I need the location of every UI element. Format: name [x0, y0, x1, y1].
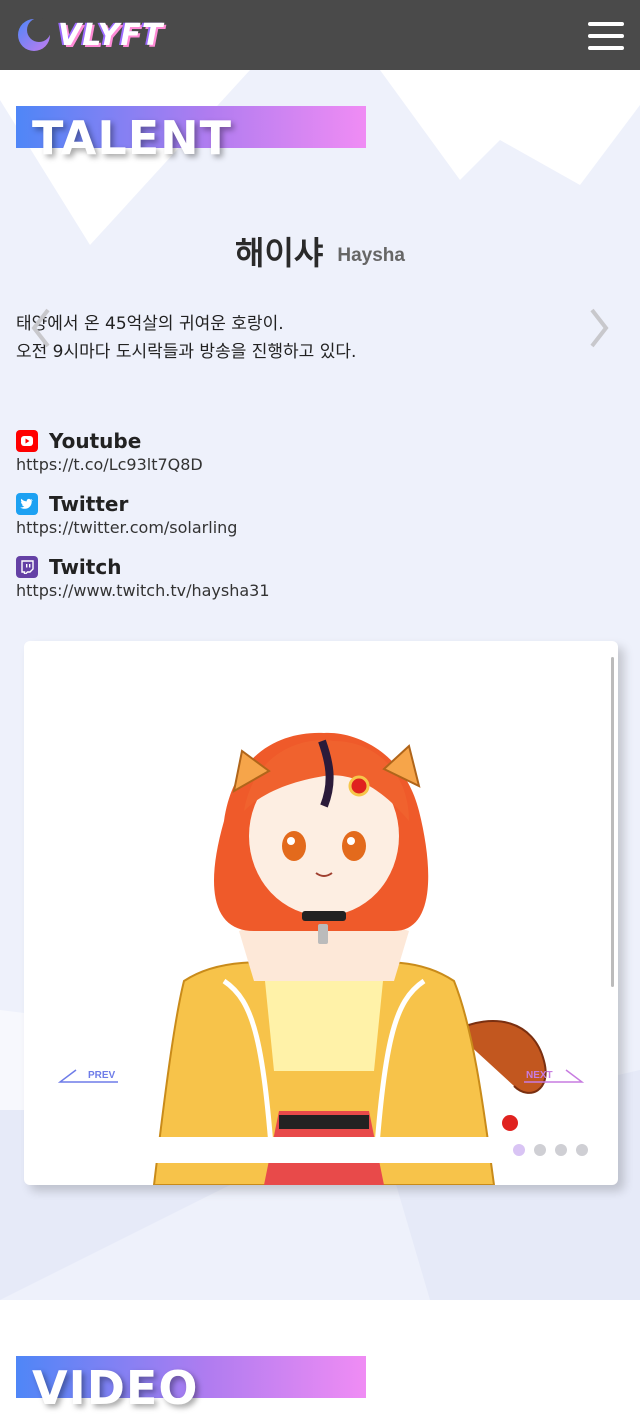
logo[interactable]: VLYFT — [16, 16, 163, 54]
menu-bar-icon — [588, 46, 624, 50]
talent-name: 해이샤 Haysha — [0, 228, 640, 274]
prev-talent-arrow-icon[interactable] — [30, 308, 52, 348]
moon-logo-icon — [18, 18, 51, 51]
twitch-icon — [16, 556, 38, 578]
link-youtube[interactable]: Youtube https://t.co/Lc93lt7Q8D — [16, 428, 270, 474]
link-url[interactable]: https://www.twitch.tv/haysha31 — [16, 581, 270, 600]
top-header: VLYFT — [0, 0, 640, 70]
description-line: 태양에서 온 45억살의 귀여운 호랑이. — [16, 314, 284, 334]
talent-name-english: Haysha — [337, 245, 405, 266]
twitter-icon — [16, 493, 38, 515]
next-talent-arrow-icon[interactable] — [588, 308, 610, 348]
card-prev-label[interactable]: PREV — [88, 1070, 115, 1081]
carousel-dot-2[interactable] — [534, 1144, 546, 1156]
link-twitch[interactable]: Twitch https://www.twitch.tv/haysha31 — [16, 554, 270, 600]
hamburger-menu-button[interactable] — [588, 22, 624, 50]
talent-portrait-card: PREV NEXT — [24, 641, 618, 1185]
link-title: Twitter — [49, 492, 129, 516]
talent-section-title: TALENT — [16, 106, 366, 165]
carousel-dot-3[interactable] — [555, 1144, 567, 1156]
link-title: Youtube — [49, 429, 142, 453]
description-line: 오전 9시마다 도시락들과 방송을 진행하고 있다. — [16, 342, 357, 362]
video-section-title: VIDEO — [16, 1356, 366, 1415]
carousel-dot-1[interactable] — [513, 1144, 525, 1156]
card-next-label[interactable]: NEXT — [526, 1070, 553, 1081]
link-twitter[interactable]: Twitter https://twitter.com/solarling — [16, 491, 270, 537]
menu-bar-icon — [588, 22, 624, 26]
link-url[interactable]: https://twitter.com/solarling — [16, 518, 270, 537]
menu-bar-icon — [588, 34, 624, 38]
talent-name-korean: 해이샤 — [235, 234, 324, 272]
link-url[interactable]: https://t.co/Lc93lt7Q8D — [16, 455, 270, 474]
carousel-dot-4[interactable] — [576, 1144, 588, 1156]
carousel-pagination — [24, 1137, 596, 1163]
talent-links: Youtube https://t.co/Lc93lt7Q8D Twitter … — [16, 428, 270, 617]
talent-title-text: TALENT — [32, 111, 233, 165]
youtube-icon — [16, 430, 38, 452]
talent-description: 태양에서 온 45억살의 귀여운 호랑이. 오전 9시마다 도시락들과 방송을 … — [16, 310, 356, 366]
video-title-text: VIDEO — [32, 1361, 199, 1415]
logo-text: VLYFT — [58, 17, 164, 53]
talent-character-illustration — [152, 732, 547, 1185]
link-title: Twitch — [49, 555, 122, 579]
